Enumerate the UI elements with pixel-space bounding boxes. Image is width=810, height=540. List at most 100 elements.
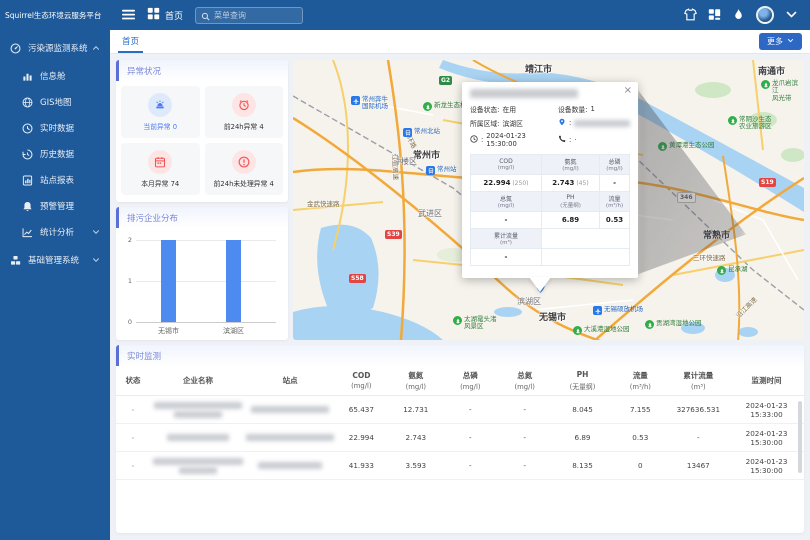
card-current-abnormal[interactable]: 当前异常 0 [121,86,200,138]
reading-cell: - [443,424,497,452]
road-shield: S58 [349,274,366,283]
tree-icon [455,318,461,324]
reading-cell: 8.045 [552,396,613,424]
reading-cell: 13467 [668,452,730,480]
skin-icon[interactable] [684,6,697,25]
bar-无锡市[interactable] [161,240,176,322]
reading-cell: 41.933 [334,452,388,480]
card-last24h-unhandled[interactable]: 前24h未处理异常 4 [205,143,284,195]
reading-cell: 8.135 [552,452,613,480]
card-label: 本月异常 74 [141,178,179,188]
flame-icon [732,8,745,21]
apps-grid-icon [147,7,160,20]
gis-globe-icon [22,97,33,108]
screens-icon[interactable] [708,6,721,25]
close-icon[interactable]: × [624,85,632,96]
reading-cell: 2024-01-23 15:30:00 [729,452,804,480]
top-header: 首页 [110,0,810,30]
breadcrumb[interactable]: 首页 [147,7,183,23]
redacted-company-name [150,424,246,452]
reading-value: 22.994 (250) [471,175,542,192]
reading-cell: 12.731 [389,396,443,424]
monitor-panel-title: 实时监测 [116,345,804,366]
enterprise-distribution-panel: 排污企业分布 012无锡市滨湖区 [116,207,288,340]
sidebar-item-warning-mgmt[interactable]: 预警管理 [0,193,110,219]
reading-header: 流量(m³/h) [600,192,630,212]
sidebar-item-gis-map[interactable]: GIS地图 [0,89,110,115]
column-header: 总氮(mg/l) [498,366,552,396]
table-row[interactable]: 65.43712.731--8.0457.155327636.5312024-0… [116,396,804,424]
table-row[interactable]: 41.9333.593--8.1350134672024-01-23 15:30… [116,452,804,480]
card-month-abnormal[interactable]: 本月异常 74 [121,143,200,195]
sidebar-item-site-report[interactable]: 站点报表 [0,167,110,193]
column-header: 累计流量(m³) [668,366,730,396]
map-poi-park: 大溪港湿地公园 [573,326,630,335]
tree-icon [575,328,581,334]
user-avatar[interactable] [756,6,774,24]
menu-toggle-icon[interactable] [122,6,135,25]
reading-value: - [600,175,630,192]
plane-icon [595,308,601,314]
stats-line-icon [22,227,33,238]
reading-cell: 6.89 [552,424,613,452]
map-district-label: 武进区 [418,208,442,219]
menu-toggle-icon [122,8,135,21]
reading-header: 总磷(mg/l) [600,155,630,175]
device-readings-table: COD(mg/l)氨氮(mg/l)总磷(mg/l)22.994 (250)2.7… [470,154,630,266]
location-pin-icon [558,118,566,126]
menu-search[interactable] [195,7,303,24]
road-shield: S19 [759,178,776,187]
skin-icon [684,8,697,21]
apps-grid-icon [147,7,160,23]
tree-icon [647,322,653,328]
header-actions [684,6,798,25]
column-header: PH(无量纲) [552,366,613,396]
reading-header: PH(无量纲) [541,192,599,212]
sidebar-item-basic-mgmt-system[interactable]: 基础管理系统 [0,245,110,275]
table-row[interactable]: 22.9942.743--6.890.53-2024-01-23 15:30:0… [116,424,804,452]
road-shield: S39 [385,230,402,239]
warning-icon [238,156,250,168]
site-report-icon [22,175,33,186]
menu-search-input[interactable] [214,11,294,20]
tree-icon [763,82,769,88]
reading-value: - [471,249,542,266]
map-poi-park: 昆承湖 [717,266,748,275]
gridline [136,281,276,282]
reading-header: 总氮(mg/l) [471,192,542,212]
reading-value: 0.53 [600,212,630,229]
more-button[interactable]: 更多 [759,33,802,50]
train-icon [405,130,411,136]
road-shield: G2 [439,76,452,85]
y-tick-label: 0 [120,318,132,326]
bar-滨湖区[interactable] [226,240,241,322]
flame-icon[interactable] [732,6,745,25]
enterprise-bar-chart: 012无锡市滨湖区 [120,232,280,340]
chevron-down-icon[interactable] [785,6,798,25]
reading-cell: - [498,452,552,480]
sidebar-item-stats-analysis[interactable]: 统计分析 [0,219,110,245]
reading-cell: - [668,424,730,452]
y-tick-label: 2 [120,236,132,244]
map-canvas[interactable]: 靖江市南通市常州市常熟市无锡市钟楼区武进区滨湖区金武快速路三环快速路外环路江宜高… [293,60,804,340]
reading-cell: - [498,424,552,452]
tree-icon [425,104,431,110]
redacted-company-name [150,452,246,480]
sidebar-item-history-data[interactable]: 历史数据 [0,141,110,167]
tab-home[interactable]: 首页 [118,30,143,53]
phone-icon [558,135,566,143]
siren-icon [154,99,166,111]
column-header: 氨氮(mg/l) [389,366,443,396]
sidebar-item-info-cabin[interactable]: 信息舱 [0,63,110,89]
abnormal-status-panel: 异常状况 当前异常 0 前24h异常 4 本月异常 74 前24h未处理异常 4 [116,60,288,202]
sidebar-item-realtime-data[interactable]: 实时数据 [0,115,110,141]
map-district-label: 滨湖区 [517,296,541,307]
app-logo: Squirrel生态环境云服务平台 [0,0,110,33]
column-header: COD(mg/l) [334,366,388,396]
reading-cell: 65.437 [334,396,388,424]
tab-bar: 首页 更多 [110,30,810,54]
card-last24h-abnormal[interactable]: 前24h异常 4 [205,86,284,138]
redacted-site-name [246,452,334,480]
sidebar-item-pollution-monitor-system[interactable]: 污染源监测系统 [0,33,110,63]
table-scrollbar[interactable] [798,401,802,473]
